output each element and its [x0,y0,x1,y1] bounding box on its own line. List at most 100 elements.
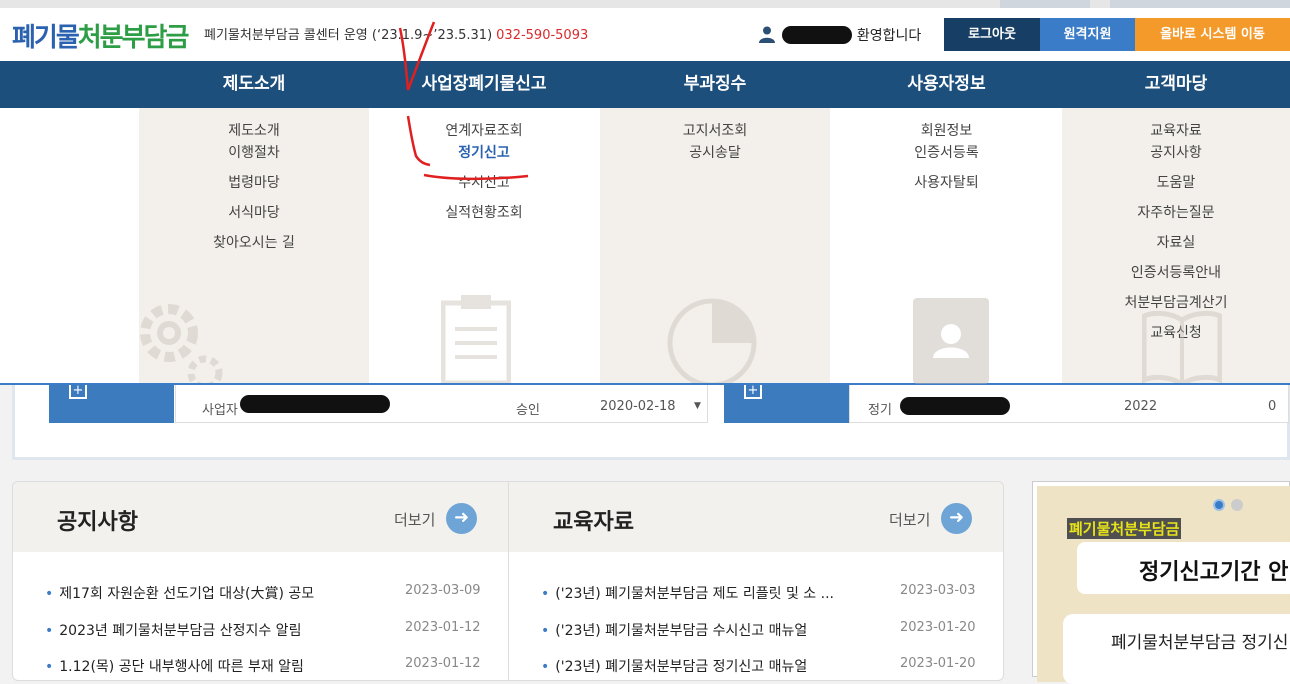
nav-levy-collection[interactable]: 부과징수 [600,61,830,108]
menu-certificate-guide[interactable]: 인증서등록안내 [1062,258,1290,288]
boards-panel: 공지사항 더보기 ➜ • 제17회 자원순환 선도기업 대상(大賞) 공모 202… [12,481,1004,681]
nav-system-intro[interactable]: 제도소개 [139,61,369,108]
user-icon [759,26,775,43]
list-item[interactable]: • 1.12(목) 공단 내부행사에 따른 부재 알림 [45,656,304,676]
left-status: 승인 [516,403,540,418]
site-header: 폐기물처분부담금 폐기물처분부담금 콜센터 운영 (‘23.1.9~’23.5.… [0,8,1290,61]
pager-dot[interactable] [1231,499,1243,511]
menu-archive[interactable]: 자료실 [1062,228,1290,258]
mega-col-user: 회원정보 인증서등록 사용자탈퇴 [831,108,1062,384]
banner-tag: 폐기물처분부담금 [1067,518,1182,539]
nav-user-info[interactable]: 사용자정보 [831,61,1062,108]
plus-icon[interactable]: + [744,384,762,399]
right-value: 0 [1268,399,1277,414]
pie-chart-icon [667,298,757,383]
redacted-company [900,397,1010,415]
callcenter-phone: 032-590-5093 [496,28,589,43]
list-item-date: 2023-01-12 [405,620,481,635]
menu-member-info[interactable]: 회원정보 [831,108,1062,139]
list-item-date: 2023-03-09 [405,583,481,598]
list-item[interactable]: • ('23년) 폐기물처분부담금 수시신고 매뉴얼 [541,620,807,640]
nav-customer-square[interactable]: 고객마당 [1062,61,1290,108]
edu-board: 교육자료 더보기 ➜ • ('23년) 폐기물처분부담금 제도 리플릿 및 소 .… [509,482,1003,680]
list-item[interactable]: • 제17회 자원순환 선도기업 대상(大賞) 공모 [45,583,314,603]
list-item[interactable]: • ('23년) 폐기물처분부담금 제도 리플릿 및 소 ... [541,583,834,603]
menu-public-notice[interactable]: 공시송달 [600,138,830,168]
mega-menu: 제도소개 이행절차 법령마당 서식마당 찾아오시는 길 연계자료조회 정기신고 … [0,108,1290,385]
mega-col-levy: 고지서조회 공시송달 [600,108,830,383]
menu-faq[interactable]: 자주하는질문 [1062,198,1290,228]
menu-notice[interactable]: 공지사항 [1062,138,1290,168]
top-strip-deco [1200,0,1290,8]
allbaro-system-button[interactable]: 올바로 시스템 이동 [1135,18,1290,51]
mega-col-report: 연계자료조회 정기신고 수시신고 실적현황조회 [369,108,599,383]
left-type: 사업자 [202,403,238,418]
summary-left-tile[interactable]: + [49,384,174,423]
menu-forms[interactable]: 서식마당 [139,198,369,228]
top-strip [0,0,1290,8]
welcome-text: 환영합니다 [856,28,922,44]
menu-occasional-report[interactable]: 수시신고 [369,168,599,198]
menu-linked-data[interactable]: 연계자료조회 [369,108,599,139]
notice-more-link[interactable]: 더보기 [394,509,435,530]
menu-withdraw[interactable]: 사용자탈퇴 [831,168,1062,198]
menu-bill-lookup[interactable]: 고지서조회 [600,108,830,139]
mega-col-customer: 교육자료 공지사항 도움말 자주하는질문 자료실 인증서등록안내 처분부담금계산… [1062,108,1290,383]
banner-pager [1213,496,1249,515]
banner-subline: 폐기물처분부담금 정기신 [1063,614,1290,684]
summary-right-tile[interactable]: + [724,384,849,423]
callcenter-text: 폐기물처분부담금 콜센터 운영 (‘23.1.9~’23.5.31) [204,28,493,43]
notice-header: 공지사항 더보기 ➜ [13,482,508,552]
caret-down-icon[interactable]: ▼ [694,401,701,411]
edu-title: 교육자료 [553,510,634,535]
top-strip-deco [1110,0,1200,8]
menu-law[interactable]: 법령마당 [139,168,369,198]
menu-directions[interactable]: 찾아오시는 길 [139,228,369,258]
gear-icon [140,304,223,383]
summary-right-row: 정기 2022 0 [849,385,1289,423]
notice-board: 공지사항 더보기 ➜ • 제17회 자원순환 선도기업 대상(大賞) 공모 202… [13,482,508,680]
menu-regular-report[interactable]: 정기신고 [369,138,599,168]
remote-support-button[interactable]: 원격지원 [1040,18,1135,51]
list-item-date: 2023-01-12 [405,656,481,671]
list-item-title: ('23년) 폐기물처분부담금 수시신고 매뉴얼 [555,623,808,639]
site-logo[interactable]: 폐기물처분부담금 [12,17,190,54]
menu-certificate-register[interactable]: 인증서등록 [831,138,1062,168]
right-type: 정기 [868,403,892,418]
notice-title: 공지사항 [57,510,138,535]
list-item-title: 1.12(목) 공단 내부행사에 따른 부재 알림 [59,659,304,675]
menu-procedure[interactable]: 이행절차 [139,138,369,168]
right-year: 2022 [1124,399,1158,414]
list-item[interactable]: • ('23년) 폐기물처분부담금 정기신고 매뉴얼 [541,656,807,676]
top-strip-deco [1000,0,1090,8]
banner-headline: 정기신고기간 안 [1077,542,1290,594]
list-item-date: 2023-01-20 [900,620,976,635]
list-item-date: 2023-03-03 [900,583,976,598]
list-item-title: ('23년) 폐기물처분부담금 제도 리플릿 및 소 ... [555,586,834,602]
summary-left-row: 사업자 승인 2020-02-18 ▼ [175,385,708,423]
menu-intro[interactable]: 제도소개 [139,108,369,139]
summary-panel: + 사업자 승인 2020-02-18 ▼ + 정기 2022 0 [12,384,1290,460]
arrow-right-icon[interactable]: ➜ [446,503,477,534]
menu-edu-material[interactable]: 교육자료 [1062,108,1290,139]
edu-header: 교육자료 더보기 ➜ [509,482,1003,552]
callcenter-notice: 폐기물처분부담금 콜센터 운영 (‘23.1.9~’23.5.31) 032-59… [204,24,588,43]
list-item-date: 2023-01-20 [900,656,976,671]
menu-performance-status[interactable]: 실적현황조회 [369,198,599,228]
logout-button[interactable]: 로그아웃 [944,18,1040,51]
address-book-icon [913,298,989,384]
promo-banner[interactable]: 폐기물처분부담금 정기신고기간 안 폐기물처분부담금 정기신 [1032,481,1290,684]
list-item[interactable]: • 2023년 폐기물처분부담금 산정지수 알림 [45,620,301,640]
arrow-right-icon[interactable]: ➜ [941,503,972,534]
clipboard-icon [441,295,511,383]
user-welcome: 환영합니다 [758,25,921,45]
plus-icon[interactable]: + [69,384,87,399]
pager-dot-active[interactable] [1213,499,1225,511]
nav-business-waste-report[interactable]: 사업장폐기물신고 [369,61,599,108]
logo-text-2: 처분부담금 [77,23,190,53]
left-date: 2020-02-18 [600,399,676,414]
edu-more-link[interactable]: 더보기 [889,509,930,530]
logo-text-1: 폐기물 [12,23,80,53]
menu-help[interactable]: 도움말 [1062,168,1290,198]
list-item-title: 2023년 폐기물처분부담금 산정지수 알림 [59,623,302,639]
